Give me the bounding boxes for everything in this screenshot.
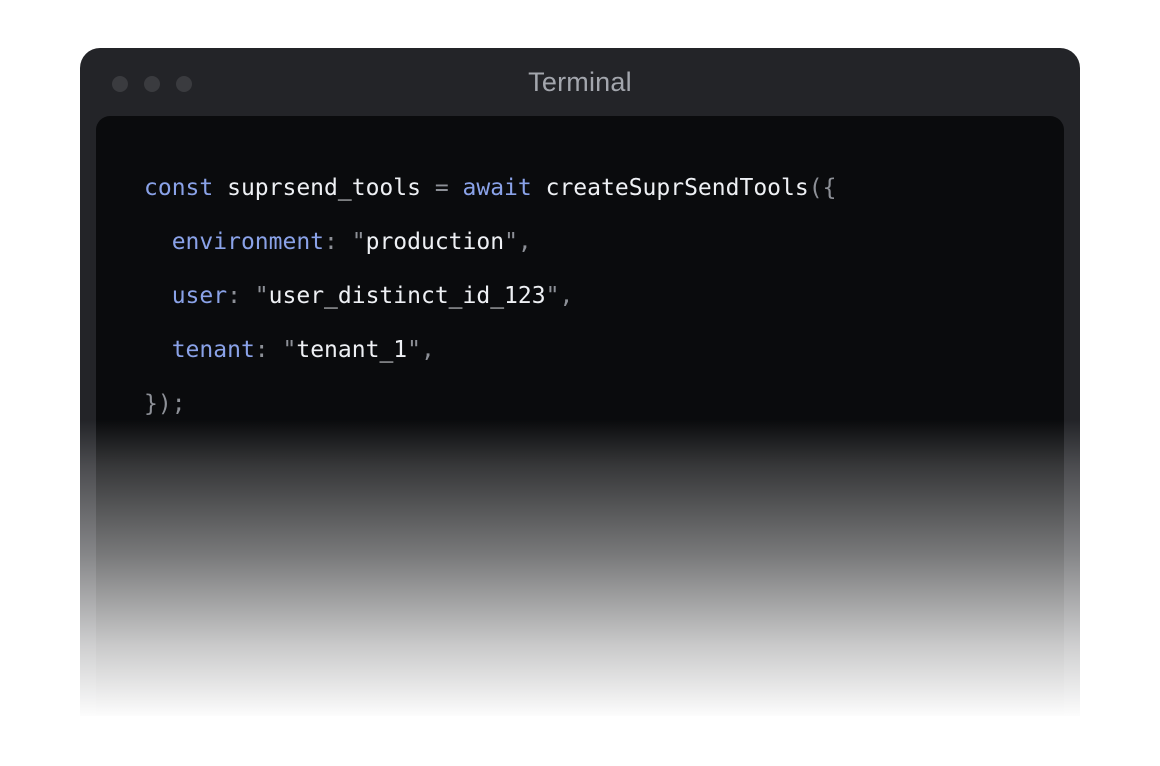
- code-line-2: environment: "production",: [144, 222, 836, 276]
- terminal-window: Terminal const suprsend_tools = await cr…: [80, 48, 1080, 716]
- title-bar: Terminal: [80, 48, 1080, 116]
- property-tenant: tenant: [171, 337, 255, 363]
- value-tenant: tenant_1: [296, 337, 408, 363]
- variable-name: suprsend_tools: [213, 175, 435, 201]
- open-quote: ": [240, 283, 269, 309]
- assign-operator: =: [434, 175, 449, 201]
- code-line-5: });: [144, 384, 836, 438]
- open-brace: ({: [808, 175, 837, 201]
- colon: :: [227, 283, 241, 309]
- value-environment: production: [365, 229, 505, 255]
- page: Terminal const suprsend_tools = await cr…: [0, 0, 1160, 766]
- code-line-3: user: "user_distinct_id_123",: [144, 276, 836, 330]
- property-environment: environment: [171, 229, 325, 255]
- close-quote-comma: ",: [545, 283, 574, 309]
- colon: :: [324, 229, 338, 255]
- function-name: createSuprSendTools: [531, 175, 809, 201]
- property-user: user: [171, 283, 228, 309]
- window-title: Terminal: [528, 67, 632, 97]
- value-user: user_distinct_id_123: [268, 283, 546, 309]
- close-brace: });: [144, 391, 186, 417]
- close-quote-comma: ",: [407, 337, 435, 363]
- open-quote: ": [268, 337, 297, 363]
- code-line-1: const suprsend_tools = await createSuprS…: [144, 168, 836, 222]
- keyword-const: const: [144, 175, 214, 201]
- code-panel: const suprsend_tools = await createSuprS…: [96, 116, 1064, 716]
- code-line-4: tenant: "tenant_1",: [144, 330, 836, 384]
- open-quote: ": [337, 229, 366, 255]
- colon: :: [254, 337, 269, 363]
- keyword-await: await: [448, 175, 532, 201]
- code-block: const suprsend_tools = await createSuprS…: [144, 168, 836, 438]
- close-quote-comma: ",: [504, 229, 532, 255]
